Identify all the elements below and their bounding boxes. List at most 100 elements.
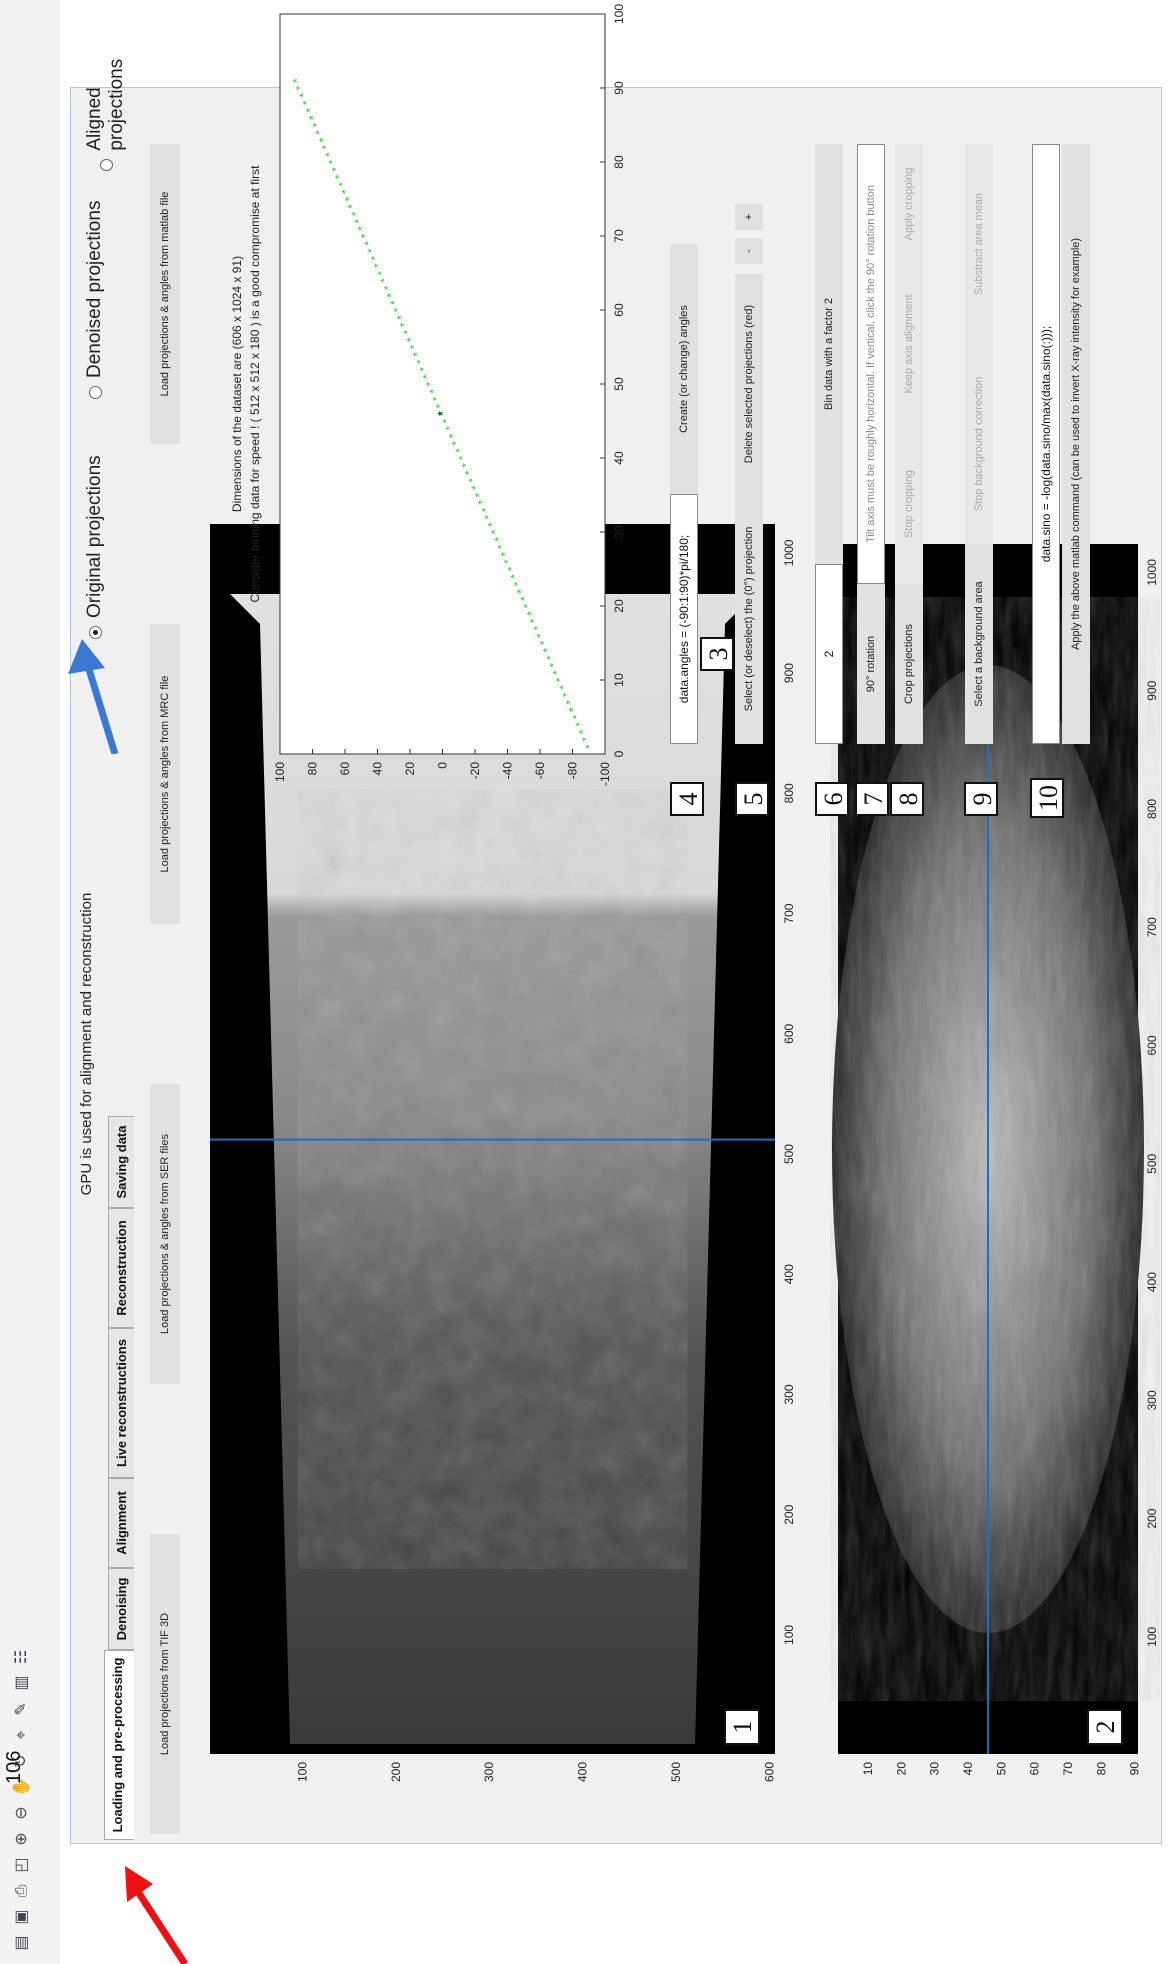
radio-denoised-indicator[interactable] <box>88 386 102 399</box>
angle-point-54[interactable]: * <box>412 352 424 357</box>
angle-point-61[interactable]: * <box>389 300 401 305</box>
apply-command-button[interactable]: Apply the above matlab command (can be u… <box>1062 144 1090 744</box>
decrement-button[interactable]: - <box>735 238 763 264</box>
tab-loading-and-pre-processing[interactable]: Loading and pre-processing <box>104 1650 134 1840</box>
angle-point-5[interactable]: * <box>571 714 583 719</box>
angle-point-42[interactable]: * <box>451 440 463 445</box>
angle-point-8[interactable]: * <box>561 692 573 697</box>
rotate-90-button[interactable]: 90° rotation <box>857 584 885 744</box>
angle-point-86[interactable]: * <box>308 115 320 120</box>
increment-button[interactable]: + <box>735 204 763 230</box>
tab-alignment[interactable]: Alignment <box>108 1478 134 1568</box>
angle-point-55[interactable]: * <box>408 344 420 349</box>
angle-point-9[interactable]: * <box>558 685 570 690</box>
angle-point-91[interactable]: * <box>291 78 303 83</box>
angle-point-10[interactable]: * <box>555 677 567 682</box>
angle-point-71[interactable]: * <box>356 226 368 231</box>
angle-point-6[interactable]: * <box>568 707 580 712</box>
angles-chart[interactable]: 0 10 20 30 40 50 60 70 80 90 100 -100 -80 -60 -40 -20 0 2… <box>270 4 635 814</box>
angle-point-3[interactable]: * <box>577 729 589 734</box>
angle-point-67[interactable]: * <box>369 255 381 260</box>
stop-cropping-button[interactable]: Stop cropping <box>895 424 923 584</box>
keep-axis-alignment-button[interactable]: Keep axis alignment <box>895 264 923 424</box>
angle-point-64[interactable]: * <box>379 278 391 283</box>
angle-point-90[interactable]: * <box>295 85 307 90</box>
matlab-command-input[interactable]: data.sino = -log(data.sino/max(data.sino… <box>1032 144 1060 744</box>
load-matlab-button[interactable]: Load projections & angles from matlab fi… <box>150 144 180 444</box>
angle-point-40[interactable]: * <box>457 455 469 460</box>
angle-point-33[interactable]: * <box>480 507 492 512</box>
select-background-button[interactable]: Select a background area <box>965 544 993 744</box>
angle-point-48[interactable]: * <box>431 396 443 401</box>
angle-point-26[interactable]: * <box>503 559 515 564</box>
tab-reconstruction[interactable]: Reconstruction <box>108 1208 134 1328</box>
angle-point-17[interactable]: * <box>532 625 544 630</box>
zoom-out-icon[interactable]: ⊖ <box>12 1802 32 1824</box>
load-tif-button[interactable]: Load projections from TIF 3D <box>150 1534 180 1834</box>
angle-point-76[interactable]: * <box>340 189 352 194</box>
angle-point-4[interactable]: * <box>574 722 586 727</box>
angle-point-44[interactable]: * <box>444 426 456 431</box>
bin-data-button[interactable]: Bin data with a factor 2 <box>815 144 843 564</box>
angle-point-22[interactable]: * <box>516 588 528 593</box>
angle-point-74[interactable]: * <box>347 204 359 209</box>
select-projection-button[interactable]: Select (or deselect) the (0°) projection <box>735 494 763 744</box>
angle-point-27[interactable]: * <box>499 551 511 556</box>
crop-projections-button[interactable]: Crop projections <box>895 584 923 744</box>
angle-point-53[interactable]: * <box>415 359 427 364</box>
angle-point-43[interactable]: * <box>447 433 459 438</box>
angle-point-51[interactable]: * <box>421 374 433 379</box>
subtract-mean-button[interactable]: Substract area mean <box>965 144 993 344</box>
load-ser-button[interactable]: Load projections & angles from SER files <box>150 1084 180 1384</box>
angle-point-16[interactable]: * <box>535 633 547 638</box>
angle-point-58[interactable]: * <box>399 322 411 327</box>
create-angles-button[interactable]: Create (or change) angles <box>670 244 698 494</box>
angle-point-37[interactable]: * <box>467 477 479 482</box>
angle-point-38[interactable]: * <box>464 470 476 475</box>
radio-denoised[interactable]: Denoised projections <box>84 201 106 399</box>
angle-point-28[interactable]: * <box>496 544 508 549</box>
angle-point-32[interactable]: * <box>483 514 495 519</box>
angle-point-24[interactable]: * <box>509 574 521 579</box>
angle-point-11[interactable]: * <box>551 670 563 675</box>
radio-aligned[interactable]: Aligned projections <box>84 0 128 171</box>
angle-point-72[interactable]: * <box>353 218 365 223</box>
brush-icon[interactable]: ✎ <box>12 1698 32 1720</box>
load-mrc-button[interactable]: Load projections & angles from MRC file <box>150 624 180 924</box>
angle-point-73[interactable]: * <box>350 211 362 216</box>
save-icon[interactable]: ▣ <box>12 1906 32 1928</box>
angle-point-19[interactable]: * <box>525 611 537 616</box>
angle-point-12[interactable]: * <box>548 662 560 667</box>
angle-point-34[interactable]: * <box>477 500 489 505</box>
angle-point-30[interactable]: * <box>490 529 502 534</box>
angle-point-69[interactable]: * <box>363 241 375 246</box>
angle-point-52[interactable]: * <box>418 366 430 371</box>
tab-live-reconstructions[interactable]: Live reconstructions <box>108 1328 134 1478</box>
angle-point-85[interactable]: * <box>311 122 323 127</box>
angle-point-56[interactable]: * <box>405 337 417 342</box>
angle-point-77[interactable]: * <box>337 181 349 186</box>
angle-point-15[interactable]: * <box>538 640 550 645</box>
delete-projections-button[interactable]: Delete selected projections (red) <box>735 274 763 494</box>
angle-point-65[interactable]: * <box>376 270 388 275</box>
angle-point-13[interactable]: * <box>545 655 557 660</box>
angle-point-23[interactable]: * <box>512 581 524 586</box>
angle-point-31[interactable]: * <box>486 522 498 527</box>
folder-icon[interactable]: ▤ <box>12 1932 32 1954</box>
angle-point-62[interactable]: * <box>386 292 398 297</box>
radio-original[interactable]: Original projections <box>84 455 106 639</box>
apply-cropping-button[interactable]: Apply cropping <box>895 144 923 264</box>
angle-point-89[interactable]: * <box>298 93 310 98</box>
angle-point-57[interactable]: * <box>402 329 414 334</box>
angle-point-82[interactable]: * <box>321 144 333 149</box>
angle-point-highlight[interactable]: * <box>435 411 450 416</box>
angle-point-75[interactable]: * <box>343 196 355 201</box>
angle-point-18[interactable]: * <box>529 618 541 623</box>
angles-expression-input[interactable]: data.angles = (-90:1:90)*pi/180; <box>670 494 698 744</box>
colorbar-icon[interactable]: ▥ <box>12 1672 32 1694</box>
radio-aligned-indicator[interactable] <box>99 158 113 171</box>
angle-point-20[interactable]: * <box>522 603 534 608</box>
data-cursor-icon[interactable]: ⌖ <box>12 1724 32 1746</box>
tab-saving-data[interactable]: Saving data <box>108 1116 134 1208</box>
angle-point-66[interactable]: * <box>373 263 385 268</box>
